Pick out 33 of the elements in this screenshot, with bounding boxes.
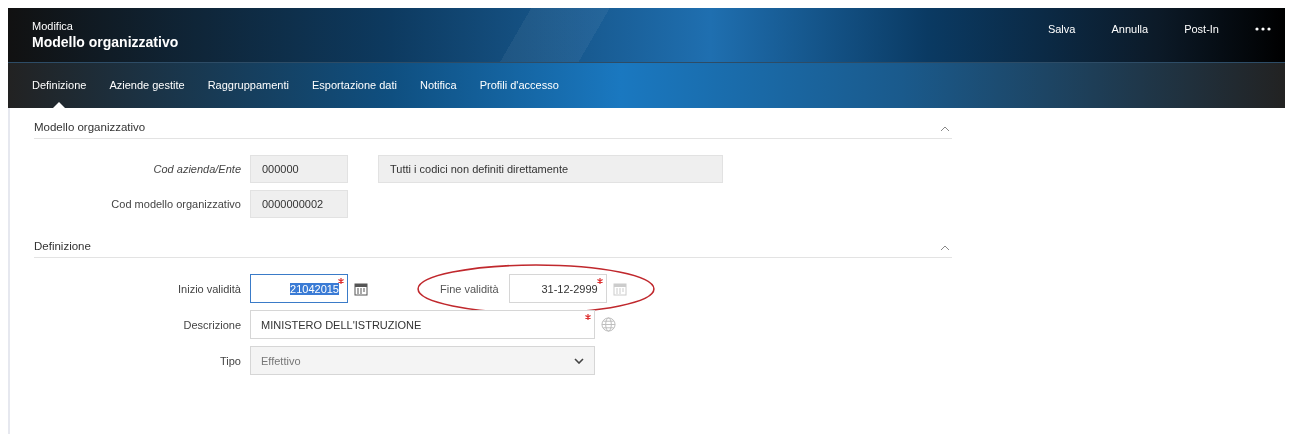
date-field[interactable]: 21042015 — [250, 274, 348, 303]
field-label: Descrizione — [182, 318, 241, 331]
more-icon[interactable] — [1255, 27, 1271, 31]
field-label: Tipo — [219, 354, 241, 367]
field-label: Cod azienda/Ente — [152, 163, 241, 175]
readonly-field: 0000000002 — [250, 190, 348, 218]
page-title: Modello organizzativo — [32, 34, 179, 50]
tab[interactable]: Aziende gestite — [109, 63, 185, 108]
header-action[interactable]: Salva — [1047, 23, 1076, 35]
tab[interactable]: Esportazione dati — [312, 63, 397, 108]
readonly-field: 000000 — [250, 155, 348, 183]
tab[interactable]: Raggruppamenti — [207, 63, 289, 108]
globe-icon[interactable] — [601, 317, 616, 332]
readonly-field: Tutti i codici non definiti direttamente — [378, 155, 723, 183]
header-action[interactable]: Post-In — [1184, 23, 1219, 35]
collapse-icon[interactable] — [940, 126, 950, 132]
text-field[interactable]: MINISTERO DELL'ISTRUZIONE — [250, 310, 595, 339]
required-icon — [338, 278, 344, 284]
header-action[interactable]: Annulla — [1111, 23, 1149, 35]
field-label: Cod modello organizzativo — [110, 198, 241, 210]
section-title: Modello organizzativo — [34, 121, 146, 133]
field-label: Fine validità — [440, 282, 499, 295]
tab[interactable]: Notifica — [420, 63, 457, 108]
required-icon — [585, 314, 591, 320]
page-subtitle: Modifica — [32, 20, 74, 32]
collapse-icon[interactable] — [940, 245, 950, 251]
tab[interactable]: Definizione — [32, 63, 87, 108]
calendar-icon[interactable] — [354, 281, 368, 296]
tab[interactable]: Profili d'accesso — [479, 63, 559, 108]
field-label: Inizio validità — [177, 282, 241, 295]
dropdown-icon — [574, 357, 584, 364]
section-title: Definizione — [34, 240, 91, 252]
required-icon — [596, 278, 603, 284]
